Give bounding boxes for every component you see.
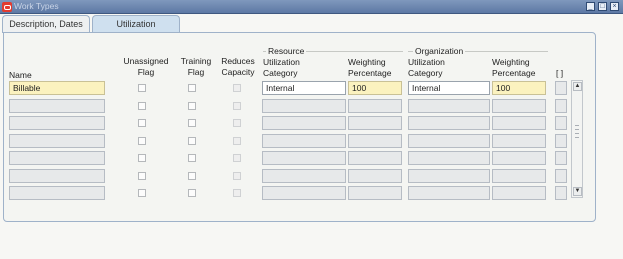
organization-weighting-percentage-field[interactable]: 100 xyxy=(492,81,546,95)
organization-utilization-category-field[interactable] xyxy=(408,116,490,130)
training-flag-checkbox[interactable] xyxy=(188,119,196,127)
scroll-grip[interactable] xyxy=(575,125,579,126)
reduces-capacity-checkbox[interactable] xyxy=(233,189,241,197)
window-title: Work Types xyxy=(14,1,59,11)
row-select-cell[interactable] xyxy=(555,134,567,148)
resource-weighting-percentage-field[interactable] xyxy=(348,151,402,165)
resource-weighting-percentage-field[interactable] xyxy=(348,99,402,113)
resource-utilization-category-field[interactable] xyxy=(262,134,346,148)
scroll-grip[interactable] xyxy=(575,133,579,134)
training-flag-checkbox[interactable] xyxy=(188,137,196,145)
row-select-cell[interactable] xyxy=(555,99,567,113)
name-field[interactable]: Billable xyxy=(9,81,105,95)
resource-weighting-percentage-field[interactable]: 100 xyxy=(348,81,402,95)
reduces-capacity-checkbox[interactable] xyxy=(233,119,241,127)
organization-weighting-percentage-field[interactable] xyxy=(492,99,546,113)
scroll-up-arrow-icon[interactable]: ▲ xyxy=(573,82,582,91)
reduces-capacity-checkbox[interactable] xyxy=(233,84,241,92)
organization-weighting-percentage-field[interactable] xyxy=(492,134,546,148)
resource-weighting-percentage-field[interactable] xyxy=(348,116,402,130)
reduces-capacity-checkbox[interactable] xyxy=(233,137,241,145)
unassigned-flag-checkbox[interactable] xyxy=(138,189,146,197)
row-select-cell[interactable] xyxy=(555,151,567,165)
vertical-scrollbar[interactable]: ▲ ▼ xyxy=(571,80,583,198)
header-organization-utilization-category: Utilization Category xyxy=(408,57,445,78)
reduces-capacity-checkbox[interactable] xyxy=(233,102,241,110)
header-name: Name xyxy=(9,70,32,80)
training-flag-checkbox[interactable] xyxy=(188,189,196,197)
header-resource-weighting-percentage: Weighting Percentage xyxy=(348,57,392,78)
organization-utilization-category-field[interactable]: Internal xyxy=(408,81,490,95)
reduces-capacity-checkbox[interactable] xyxy=(233,154,241,162)
tab-description-dates[interactable]: Description, Dates xyxy=(2,15,90,33)
organization-weighting-percentage-field[interactable] xyxy=(492,186,546,200)
header-organization-weighting-percentage: Weighting Percentage xyxy=(492,57,536,78)
close-button[interactable]: × xyxy=(610,2,619,11)
resource-utilization-category-field[interactable] xyxy=(262,169,346,183)
resource-utilization-category-field[interactable] xyxy=(262,116,346,130)
resource-weighting-percentage-field[interactable] xyxy=(348,186,402,200)
header-select-column: [ ] xyxy=(556,68,564,78)
minimize-button[interactable]: _ xyxy=(586,2,595,11)
organization-utilization-category-field[interactable] xyxy=(408,151,490,165)
scroll-down-arrow-icon[interactable]: ▼ xyxy=(573,187,582,196)
row-select-cell[interactable] xyxy=(555,116,567,130)
unassigned-flag-checkbox[interactable] xyxy=(138,154,146,162)
organization-group-title: Organization xyxy=(413,46,466,56)
organization-weighting-percentage-field[interactable] xyxy=(492,169,546,183)
header-reduces-capacity: Reduces Capacity xyxy=(221,56,255,77)
header-resource-utilization-category: Utilization Category xyxy=(263,57,300,78)
resource-utilization-category-field[interactable] xyxy=(262,151,346,165)
oracle-app-icon xyxy=(2,2,12,12)
tab-utilization[interactable]: Utilization xyxy=(92,15,180,33)
row-select-cell[interactable] xyxy=(555,81,567,95)
resource-utilization-category-field[interactable] xyxy=(262,99,346,113)
unassigned-flag-checkbox[interactable] xyxy=(138,102,146,110)
header-training-flag: Training Flag xyxy=(180,56,212,77)
unassigned-flag-checkbox[interactable] xyxy=(138,84,146,92)
organization-utilization-category-field[interactable] xyxy=(408,169,490,183)
organization-utilization-category-field[interactable] xyxy=(408,186,490,200)
header-unassigned-flag: Unassigned Flag xyxy=(123,56,169,77)
scroll-grip[interactable] xyxy=(575,129,579,130)
unassigned-flag-checkbox[interactable] xyxy=(138,172,146,180)
unassigned-flag-checkbox[interactable] xyxy=(138,119,146,127)
resource-utilization-category-field[interactable] xyxy=(262,186,346,200)
name-field[interactable] xyxy=(9,169,105,183)
organization-utilization-category-field[interactable] xyxy=(408,99,490,113)
training-flag-checkbox[interactable] xyxy=(188,102,196,110)
resource-weighting-percentage-field[interactable] xyxy=(348,134,402,148)
name-field[interactable] xyxy=(9,134,105,148)
resource-weighting-percentage-field[interactable] xyxy=(348,169,402,183)
window-titlebar[interactable]: Work Types _ □ × xyxy=(0,0,623,14)
training-flag-checkbox[interactable] xyxy=(188,172,196,180)
scroll-grip[interactable] xyxy=(575,137,579,138)
maximize-button[interactable]: □ xyxy=(598,2,607,11)
name-field[interactable] xyxy=(9,186,105,200)
unassigned-flag-checkbox[interactable] xyxy=(138,137,146,145)
utilization-panel: Name Unassigned Flag Training Flag Reduces… xyxy=(3,32,596,222)
row-select-cell[interactable] xyxy=(555,186,567,200)
resource-utilization-category-field[interactable]: Internal xyxy=(262,81,346,95)
name-field[interactable] xyxy=(9,151,105,165)
name-field[interactable] xyxy=(9,116,105,130)
name-field[interactable] xyxy=(9,99,105,113)
resource-group-title: Resource xyxy=(266,46,307,56)
reduces-capacity-checkbox[interactable] xyxy=(233,172,241,180)
training-flag-checkbox[interactable] xyxy=(188,154,196,162)
row-select-cell[interactable] xyxy=(555,169,567,183)
training-flag-checkbox[interactable] xyxy=(188,84,196,92)
organization-weighting-percentage-field[interactable] xyxy=(492,151,546,165)
organization-weighting-percentage-field[interactable] xyxy=(492,116,546,130)
organization-utilization-category-field[interactable] xyxy=(408,134,490,148)
